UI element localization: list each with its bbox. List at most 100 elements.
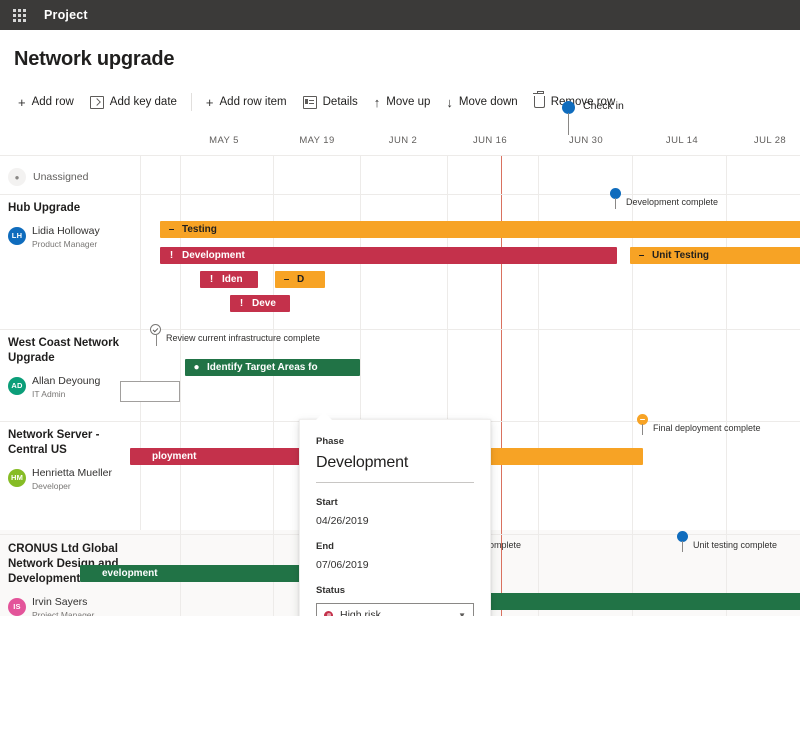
details-icon — [302, 95, 317, 109]
assignee[interactable]: HM Henrietta Mueller Developer — [8, 463, 138, 492]
assignee[interactable]: IS Irvin Sayers Project Manager — [8, 592, 138, 616]
unassigned-label: Unassigned — [33, 171, 89, 183]
assignee-text: Irvin Sayers Project Manager — [32, 592, 94, 616]
arrow-down-icon: ↓ — [446, 94, 453, 110]
end-label: End — [316, 541, 334, 552]
assignee-text: Henrietta Mueller Developer — [32, 463, 112, 492]
assignee-role: IT Admin — [32, 389, 66, 399]
timeline-header: MAY 5 MAY 19 JUN 2 JUN 16 JUN 30 JUL 14 JUL 28… — [0, 100, 800, 155]
trash-icon — [532, 91, 545, 108]
sidebar-row-unassigned[interactable]: ● Unassigned — [8, 168, 88, 186]
bar-label: D — [297, 274, 305, 285]
gantt-bar[interactable]: – Unit Testing — [630, 247, 800, 264]
assignee-role: Product Manager — [32, 239, 98, 249]
timeline-tick-label: JUL 14 — [665, 135, 699, 146]
assignee-name: Allan Deyoung — [32, 375, 101, 387]
assignee-role: Developer — [32, 481, 71, 491]
timeline-tick-label: MAY 19 — [299, 135, 335, 146]
milestone-pin-icon — [677, 531, 688, 552]
start-value: 04/26/2019 — [316, 515, 369, 527]
gantt-bar[interactable]: ! Iden — [200, 271, 258, 288]
add-key-date-button[interactable]: Add key date — [82, 92, 185, 113]
milestone-marker[interactable]: Development complete — [610, 188, 719, 209]
avatar: IS — [8, 597, 26, 616]
sidebar-group[interactable]: Hub Upgrade LH Lidia Holloway Product Manag… — [8, 201, 138, 250]
add-row-item-label: Add row item — [219, 96, 287, 108]
move-down-button[interactable]: ↓ Move down — [438, 92, 525, 113]
add-key-date-label: Add key date — [109, 96, 177, 108]
timeline-tick-label: JUN 2 — [388, 135, 418, 146]
status-dropdown[interactable]: High risk ▼ — [316, 603, 474, 616]
start-label: Start — [316, 497, 338, 508]
move-up-label: Move up — [386, 96, 431, 108]
milestone-marker[interactable]: Final deployment complete — [637, 414, 761, 435]
page-title: Network upgrade — [14, 48, 175, 70]
sidebar-group[interactable]: Network Server - Central US HM Henrietta M… — [8, 428, 138, 492]
milestone-label: Final deployment complete — [653, 423, 761, 433]
timeline-tick-label: JUL 28 — [753, 135, 787, 146]
plus-icon: + — [205, 94, 214, 110]
add-row-item-button[interactable]: + Add row item — [198, 92, 295, 113]
check-in-marker[interactable]: Check in — [562, 100, 624, 135]
move-down-label: Move down — [458, 96, 518, 108]
status-value: High risk — [340, 609, 381, 616]
app-name[interactable]: Project — [44, 8, 88, 22]
bar-status-icon: – — [283, 273, 290, 285]
phase-label: Phase — [316, 436, 344, 447]
assignee-name: Lidia Holloway — [32, 225, 100, 237]
toolbar-divider — [190, 93, 192, 111]
assignee[interactable]: LH Lidia Holloway Product Manager — [8, 221, 138, 250]
avatar: AD — [8, 376, 26, 395]
group-name: Network Server - Central US — [8, 429, 100, 456]
end-value: 07/06/2019 — [316, 559, 369, 571]
move-up-button[interactable]: ↑ Move up — [366, 92, 439, 113]
details-label: Details — [322, 96, 358, 108]
details-button[interactable]: Details — [295, 92, 366, 113]
milestone-marker[interactable]: Unit testing complete — [677, 531, 778, 552]
bar-status-icon: ● — [193, 361, 200, 373]
timeline-tick-label: MAY 5 — [209, 135, 239, 146]
bar-label: Testing — [182, 224, 217, 235]
end-field: End 07/06/2019 — [316, 541, 474, 571]
gantt-bar[interactable]: – Testing — [160, 221, 800, 238]
gantt-body[interactable]: Phase Development Start 04/26/2019 End 0… — [0, 155, 800, 616]
assignee-text: Lidia Holloway Product Manager — [32, 221, 100, 250]
bar-label: Identify Target Areas fo — [207, 362, 318, 373]
command-bar: + Add row Add key date + Add row item De… — [0, 85, 800, 119]
bar-status-icon: ! — [169, 249, 174, 261]
milestone-label: Review current infrastructure complete — [166, 333, 321, 343]
timeline-tick-label: JUN 30 — [568, 135, 604, 146]
suite-bar: Project — [0, 0, 800, 30]
avatar: HM — [8, 468, 26, 487]
sidebar-group[interactable]: West Coast Network Upgrade AD Allan Deyoun… — [8, 336, 138, 400]
waffle-icon[interactable] — [8, 4, 30, 26]
plus-icon: + — [18, 94, 26, 110]
bar-status-icon: – — [168, 223, 175, 235]
start-field: Start 04/26/2019 — [316, 497, 474, 527]
phase-details-callout: Phase Development Start 04/26/2019 End 0… — [299, 412, 491, 616]
status-field: Status High risk ▼ — [316, 585, 474, 616]
group-name: Hub Upgrade — [8, 202, 81, 214]
chevron-down-icon: ▼ — [458, 610, 466, 617]
assignee-name: Irvin Sayers — [32, 596, 88, 608]
milestone-pin-icon — [150, 324, 161, 346]
arrow-up-icon: ↑ — [373, 94, 381, 110]
bar-label: Development — [182, 250, 245, 261]
phase-name: Development — [316, 454, 409, 471]
inline-text-input[interactable] — [120, 381, 180, 402]
person-icon: ● — [8, 168, 26, 186]
milestone-label: Unit testing complete — [693, 540, 778, 550]
avatar: LH — [8, 226, 26, 245]
assignee[interactable]: AD Allan Deyoung IT Admin — [8, 371, 138, 400]
callout-divider — [316, 482, 474, 483]
milestone-marker[interactable]: Review current infrastructure complete — [150, 324, 321, 346]
gantt-bar[interactable]: ! Development — [160, 247, 617, 264]
gantt-bar[interactable]: ● Identify Target Areas fo — [185, 359, 360, 376]
gantt-bar[interactable]: ! Deve — [230, 295, 290, 312]
milestone-label: Development complete — [626, 197, 719, 207]
add-row-label: Add row — [31, 96, 74, 108]
gantt-bar[interactable]: – D — [275, 271, 325, 288]
add-row-button[interactable]: + Add row — [10, 92, 82, 113]
bar-label: evelopment — [102, 568, 158, 579]
assignee-text: Allan Deyoung IT Admin — [32, 371, 100, 400]
